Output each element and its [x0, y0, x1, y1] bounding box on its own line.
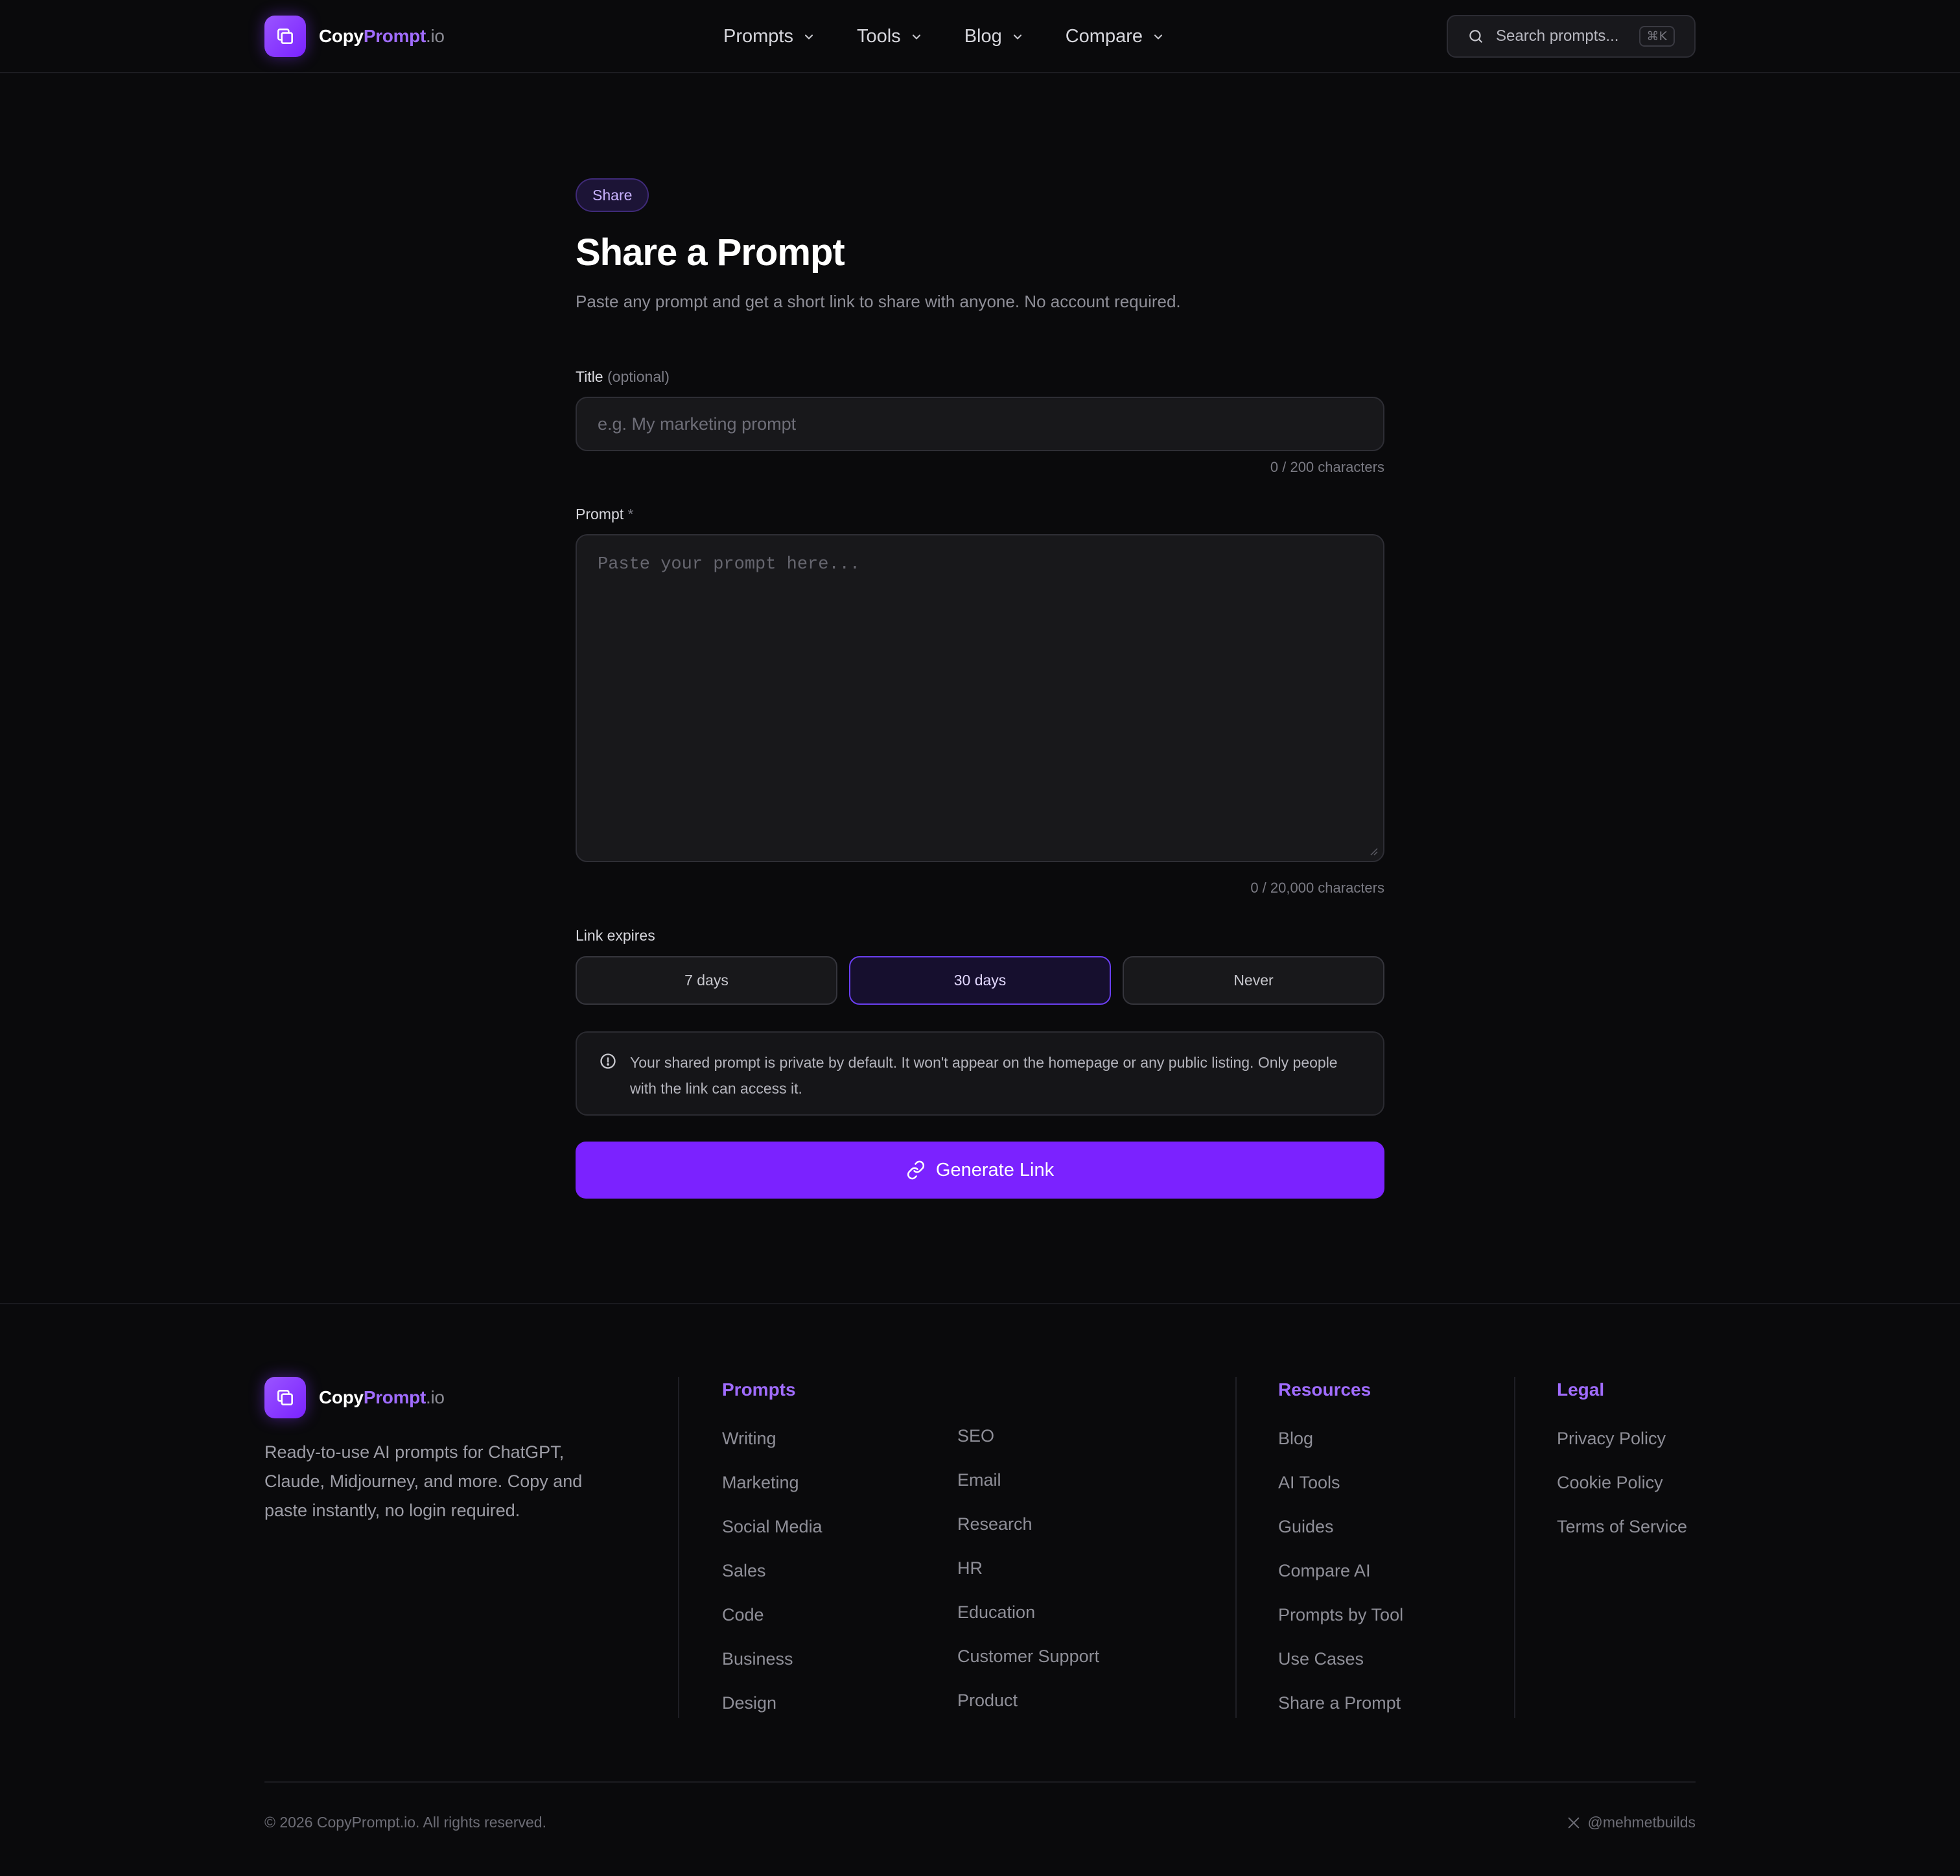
footer-link-prompts-by-tool[interactable]: Prompts by Tool	[1278, 1605, 1403, 1625]
nav-item-compare[interactable]: Compare	[1066, 26, 1165, 47]
logo-text-prompt: Prompt	[363, 26, 426, 46]
footer-link-email[interactable]: Email	[957, 1470, 1001, 1490]
footer-link-cookie-policy[interactable]: Cookie Policy	[1557, 1473, 1663, 1493]
page-subtitle: Paste any prompt and get a short link to…	[576, 292, 1181, 311]
site-header: CopyPrompt.io Prompts Tools Blog Compare	[0, 0, 1960, 73]
page: CopyPrompt.io Prompts Tools Blog Compare	[0, 0, 1960, 1876]
title-char-counter: 0 / 200 characters	[1270, 459, 1384, 475]
chevron-down-icon	[804, 34, 813, 40]
expiry-option-7-days[interactable]: 7 days	[576, 956, 837, 1005]
footer-link-product[interactable]: Product	[957, 1691, 1018, 1711]
info-icon	[600, 1053, 616, 1069]
resize-handle-icon[interactable]	[1369, 847, 1378, 856]
main-nav: Prompts Tools Blog Compare	[723, 0, 1206, 73]
footer-link-terms-of-service[interactable]: Terms of Service	[1557, 1517, 1687, 1537]
title-label-text: Title	[576, 368, 603, 385]
search-shortcut-badge: ⌘K	[1639, 26, 1675, 47]
generate-link-button[interactable]: Generate Link	[576, 1142, 1384, 1199]
footer-logo[interactable]: CopyPrompt.io	[264, 1377, 445, 1418]
required-mark: *	[627, 506, 634, 522]
link-icon	[907, 1160, 924, 1180]
footer-column-divider	[1514, 1377, 1515, 1718]
nav-item-label: Prompts	[723, 26, 793, 47]
footer-link-hr[interactable]: HR	[957, 1558, 983, 1578]
prompt-char-counter: 0 / 20,000 characters	[1250, 880, 1384, 896]
footer-prompts-title: Prompts	[722, 1379, 796, 1400]
footer-link-design[interactable]: Design	[722, 1693, 776, 1713]
chevron-down-icon	[1013, 34, 1021, 40]
footer-column-divider	[1235, 1377, 1237, 1718]
logo-wordmark: CopyPrompt.io	[319, 26, 445, 47]
search-icon	[1469, 30, 1482, 43]
search-box[interactable]: Search prompts... ⌘K	[1447, 15, 1696, 58]
footer-link-sales[interactable]: Sales	[722, 1561, 766, 1581]
footer-link-education[interactable]: Education	[957, 1602, 1035, 1623]
x-icon	[1569, 1817, 1580, 1828]
logo-text-io: .io	[426, 26, 445, 46]
footer-legal-title: Legal	[1557, 1379, 1605, 1400]
footer-link-customer-support[interactable]: Customer Support	[957, 1647, 1099, 1667]
footer-link-research[interactable]: Research	[957, 1514, 1032, 1534]
generate-link-label: Generate Link	[935, 1159, 1055, 1180]
logo-text-copy: Copy	[319, 26, 364, 46]
title-label-hint: (optional)	[607, 368, 670, 385]
footer-link-business[interactable]: Business	[722, 1649, 793, 1669]
nav-item-prompts[interactable]: Prompts	[723, 26, 815, 47]
logo-wordmark: CopyPrompt.io	[319, 1387, 445, 1408]
nav-item-label: Tools	[856, 26, 901, 47]
footer-link-compare-ai[interactable]: Compare AI	[1278, 1561, 1371, 1581]
privacy-notice: Your shared prompt is private by default…	[576, 1031, 1384, 1116]
footer-link-code[interactable]: Code	[722, 1605, 764, 1625]
chevron-down-icon	[912, 34, 920, 40]
footer-column-divider	[678, 1377, 679, 1718]
logo-text-io: .io	[426, 1387, 445, 1407]
copy-icon	[264, 1377, 306, 1418]
nav-item-blog[interactable]: Blog	[964, 26, 1024, 47]
footer-divider	[0, 1303, 1960, 1304]
privacy-notice-text: Your shared prompt is private by default…	[630, 1054, 1338, 1097]
footer-link-blog[interactable]: Blog	[1278, 1429, 1313, 1449]
footer-link-marketing[interactable]: Marketing	[722, 1473, 799, 1493]
logo-text-prompt: Prompt	[363, 1387, 426, 1407]
expiry-option-never[interactable]: Never	[1123, 956, 1384, 1005]
nav-item-tools[interactable]: Tools	[857, 26, 923, 47]
page-title: Share a Prompt	[576, 231, 845, 274]
footer-resources-title: Resources	[1278, 1379, 1371, 1400]
expiry-option-30-days[interactable]: 30 days	[849, 956, 1111, 1005]
chevron-down-icon	[1154, 34, 1163, 40]
title-input-wrapper	[576, 397, 1384, 451]
footer-bottom-divider	[264, 1781, 1696, 1783]
footer-link-use-cases[interactable]: Use Cases	[1278, 1649, 1364, 1669]
footer-link-guides[interactable]: Guides	[1278, 1517, 1334, 1537]
prompt-textarea-wrapper	[576, 534, 1384, 862]
prompt-label-text: Prompt	[576, 506, 624, 522]
search-placeholder: Search prompts...	[1496, 27, 1619, 45]
footer-link-ai-tools[interactable]: AI Tools	[1278, 1473, 1340, 1493]
copy-icon	[264, 16, 306, 57]
social-handle: @mehmetbuilds	[1587, 1814, 1696, 1831]
title-input[interactable]	[577, 398, 1383, 450]
title-field-label: Title (optional)	[576, 368, 670, 386]
copyright-text: © 2026 CopyPrompt.io. All rights reserve…	[264, 1814, 546, 1831]
section-badge: Share	[576, 178, 649, 212]
prompt-textarea[interactable]	[577, 535, 1383, 861]
logo-text-copy: Copy	[319, 1387, 364, 1407]
prompt-field-label: Prompt *	[576, 506, 633, 523]
footer-link-social-media[interactable]: Social Media	[722, 1517, 822, 1537]
social-link-x[interactable]: @mehmetbuilds	[1567, 1814, 1696, 1831]
footer-link-writing[interactable]: Writing	[722, 1429, 776, 1449]
header-logo[interactable]: CopyPrompt.io	[264, 16, 445, 57]
footer-description: Ready-to-use AI prompts for ChatGPT, Cla…	[264, 1442, 583, 1520]
footer-link-seo[interactable]: SEO	[957, 1426, 994, 1446]
footer-link-privacy-policy[interactable]: Privacy Policy	[1557, 1429, 1666, 1449]
expiry-label: Link expires	[576, 927, 655, 944]
nav-item-label: Blog	[964, 26, 1002, 47]
footer-link-share-a-prompt[interactable]: Share a Prompt	[1278, 1693, 1401, 1713]
nav-item-label: Compare	[1065, 26, 1143, 47]
